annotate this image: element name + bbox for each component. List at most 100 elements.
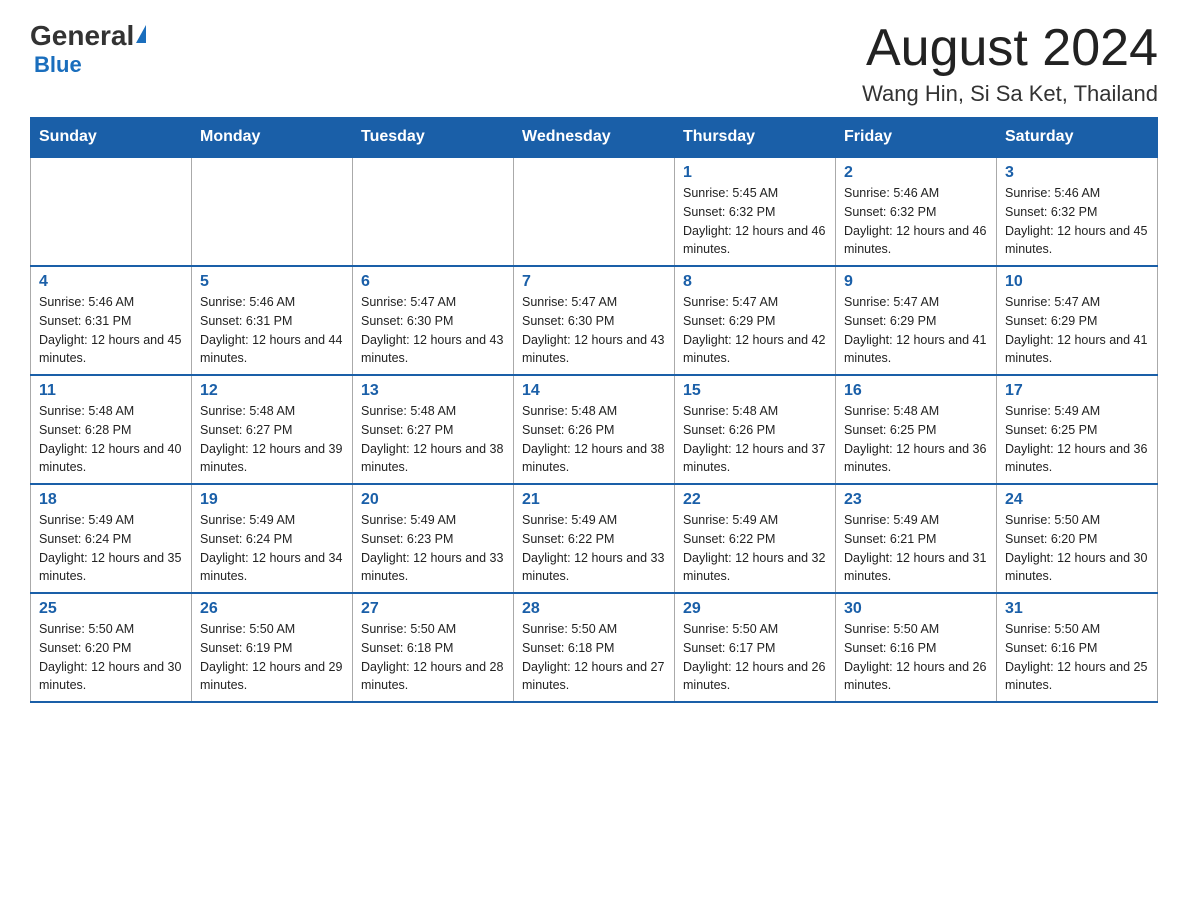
calendar-header-thursday: Thursday xyxy=(675,118,836,158)
calendar-cell: 29Sunrise: 5:50 AMSunset: 6:17 PMDayligh… xyxy=(675,593,836,702)
calendar-cell: 5Sunrise: 5:46 AMSunset: 6:31 PMDaylight… xyxy=(192,266,353,375)
day-info: Sunrise: 5:48 AMSunset: 6:27 PMDaylight:… xyxy=(200,402,344,477)
calendar-cell: 18Sunrise: 5:49 AMSunset: 6:24 PMDayligh… xyxy=(31,484,192,593)
day-info: Sunrise: 5:50 AMSunset: 6:18 PMDaylight:… xyxy=(361,620,505,695)
calendar-cell: 15 Sunrise: 5:48 AMSunset: 6:26 PMDayligh… xyxy=(675,375,836,484)
calendar-header-saturday: Saturday xyxy=(997,118,1158,158)
day-info: Sunrise: 5:47 AMSunset: 6:29 PMDaylight:… xyxy=(1005,293,1149,368)
day-number: 12 xyxy=(200,382,344,400)
day-number: 15 xyxy=(683,382,827,400)
calendar-cell: 22 Sunrise: 5:49 AMSunset: 6:22 PMDayligh… xyxy=(675,484,836,593)
day-info: Sunrise: 5:49 AMSunset: 6:23 PMDaylight:… xyxy=(361,511,505,586)
day-number: 25 xyxy=(39,600,183,618)
calendar-cell: 3 Sunrise: 5:46 AMSunset: 6:32 PMDaylight… xyxy=(997,157,1158,266)
day-info: Sunrise: 5:49 AMSunset: 6:22 PMDaylight:… xyxy=(683,511,827,586)
calendar-cell: 7 Sunrise: 5:47 AMSunset: 6:30 PMDaylight… xyxy=(514,266,675,375)
calendar-cell: 16 Sunrise: 5:48 AMSunset: 6:25 PMDayligh… xyxy=(836,375,997,484)
logo: General Blue xyxy=(30,20,146,78)
day-number: 10 xyxy=(1005,273,1149,291)
day-number: 7 xyxy=(522,273,666,291)
day-info: Sunrise: 5:48 AMSunset: 6:27 PMDaylight:… xyxy=(361,402,505,477)
day-number: 20 xyxy=(361,491,505,509)
calendar-week-row: 1Sunrise: 5:45 AMSunset: 6:32 PMDaylight… xyxy=(31,157,1158,266)
logo-triangle-icon xyxy=(136,25,146,43)
title-block: August 2024 Wang Hin, Si Sa Ket, Thailan… xyxy=(862,20,1158,107)
calendar-cell: 10 Sunrise: 5:47 AMSunset: 6:29 PMDayligh… xyxy=(997,266,1158,375)
calendar-cell: 13 Sunrise: 5:48 AMSunset: 6:27 PMDayligh… xyxy=(353,375,514,484)
location-title: Wang Hin, Si Sa Ket, Thailand xyxy=(862,81,1158,107)
page-header: General Blue August 2024 Wang Hin, Si Sa… xyxy=(30,20,1158,107)
day-info: Sunrise: 5:47 AMSunset: 6:29 PMDaylight:… xyxy=(683,293,827,368)
calendar-header-friday: Friday xyxy=(836,118,997,158)
day-info: Sunrise: 5:47 AMSunset: 6:30 PMDaylight:… xyxy=(361,293,505,368)
calendar-cell: 27 Sunrise: 5:50 AMSunset: 6:18 PMDayligh… xyxy=(353,593,514,702)
day-number: 3 xyxy=(1005,164,1149,182)
day-info: Sunrise: 5:48 AMSunset: 6:26 PMDaylight:… xyxy=(683,402,827,477)
calendar-cell: 21Sunrise: 5:49 AMSunset: 6:22 PMDayligh… xyxy=(514,484,675,593)
calendar-cell: 1Sunrise: 5:45 AMSunset: 6:32 PMDaylight… xyxy=(675,157,836,266)
calendar-cell: 2 Sunrise: 5:46 AMSunset: 6:32 PMDaylight… xyxy=(836,157,997,266)
day-number: 28 xyxy=(522,600,666,618)
day-info: Sunrise: 5:49 AMSunset: 6:24 PMDaylight:… xyxy=(39,511,183,586)
day-number: 6 xyxy=(361,273,505,291)
day-info: Sunrise: 5:50 AMSunset: 6:18 PMDaylight:… xyxy=(522,620,666,695)
calendar-cell: 23Sunrise: 5:49 AMSunset: 6:21 PMDayligh… xyxy=(836,484,997,593)
day-info: Sunrise: 5:47 AMSunset: 6:30 PMDaylight:… xyxy=(522,293,666,368)
calendar-header-tuesday: Tuesday xyxy=(353,118,514,158)
calendar-cell: 25 Sunrise: 5:50 AMSunset: 6:20 PMDayligh… xyxy=(31,593,192,702)
day-info: Sunrise: 5:48 AMSunset: 6:28 PMDaylight:… xyxy=(39,402,183,477)
logo-blue-text: Blue xyxy=(34,52,82,78)
day-number: 4 xyxy=(39,273,183,291)
calendar-week-row: 25 Sunrise: 5:50 AMSunset: 6:20 PMDayligh… xyxy=(31,593,1158,702)
day-number: 24 xyxy=(1005,491,1149,509)
calendar-header-wednesday: Wednesday xyxy=(514,118,675,158)
calendar-cell: 24 Sunrise: 5:50 AMSunset: 6:20 PMDayligh… xyxy=(997,484,1158,593)
day-number: 1 xyxy=(683,164,827,182)
calendar-header-sunday: Sunday xyxy=(31,118,192,158)
day-info: Sunrise: 5:50 AMSunset: 6:16 PMDaylight:… xyxy=(1005,620,1149,695)
day-info: Sunrise: 5:48 AMSunset: 6:25 PMDaylight:… xyxy=(844,402,988,477)
day-number: 22 xyxy=(683,491,827,509)
day-number: 11 xyxy=(39,382,183,400)
day-info: Sunrise: 5:50 AMSunset: 6:19 PMDaylight:… xyxy=(200,620,344,695)
day-info: Sunrise: 5:50 AMSunset: 6:20 PMDaylight:… xyxy=(39,620,183,695)
calendar-cell xyxy=(353,157,514,266)
month-title: August 2024 xyxy=(862,20,1158,77)
day-number: 9 xyxy=(844,273,988,291)
day-number: 19 xyxy=(200,491,344,509)
day-number: 30 xyxy=(844,600,988,618)
calendar-cell: 30Sunrise: 5:50 AMSunset: 6:16 PMDayligh… xyxy=(836,593,997,702)
calendar-cell xyxy=(514,157,675,266)
calendar-cell: 17Sunrise: 5:49 AMSunset: 6:25 PMDayligh… xyxy=(997,375,1158,484)
day-number: 2 xyxy=(844,164,988,182)
day-info: Sunrise: 5:49 AMSunset: 6:24 PMDaylight:… xyxy=(200,511,344,586)
calendar-cell: 19 Sunrise: 5:49 AMSunset: 6:24 PMDayligh… xyxy=(192,484,353,593)
calendar-cell xyxy=(192,157,353,266)
day-number: 13 xyxy=(361,382,505,400)
calendar-cell: 12 Sunrise: 5:48 AMSunset: 6:27 PMDayligh… xyxy=(192,375,353,484)
calendar-cell: 26Sunrise: 5:50 AMSunset: 6:19 PMDayligh… xyxy=(192,593,353,702)
day-info: Sunrise: 5:50 AMSunset: 6:20 PMDaylight:… xyxy=(1005,511,1149,586)
day-number: 14 xyxy=(522,382,666,400)
calendar-header-row: SundayMondayTuesdayWednesdayThursdayFrid… xyxy=(31,118,1158,158)
day-info: Sunrise: 5:46 AMSunset: 6:31 PMDaylight:… xyxy=(39,293,183,368)
logo-general-text: General xyxy=(30,20,134,52)
calendar-header-monday: Monday xyxy=(192,118,353,158)
calendar-week-row: 18Sunrise: 5:49 AMSunset: 6:24 PMDayligh… xyxy=(31,484,1158,593)
calendar-cell: 14Sunrise: 5:48 AMSunset: 6:26 PMDayligh… xyxy=(514,375,675,484)
day-info: Sunrise: 5:46 AMSunset: 6:32 PMDaylight:… xyxy=(1005,184,1149,259)
calendar-cell: 31Sunrise: 5:50 AMSunset: 6:16 PMDayligh… xyxy=(997,593,1158,702)
calendar-cell: 8 Sunrise: 5:47 AMSunset: 6:29 PMDaylight… xyxy=(675,266,836,375)
day-info: Sunrise: 5:49 AMSunset: 6:25 PMDaylight:… xyxy=(1005,402,1149,477)
day-info: Sunrise: 5:47 AMSunset: 6:29 PMDaylight:… xyxy=(844,293,988,368)
day-info: Sunrise: 5:46 AMSunset: 6:32 PMDaylight:… xyxy=(844,184,988,259)
calendar-cell: 9 Sunrise: 5:47 AMSunset: 6:29 PMDaylight… xyxy=(836,266,997,375)
day-number: 8 xyxy=(683,273,827,291)
day-number: 27 xyxy=(361,600,505,618)
day-number: 5 xyxy=(200,273,344,291)
calendar-cell: 4 Sunrise: 5:46 AMSunset: 6:31 PMDaylight… xyxy=(31,266,192,375)
day-number: 16 xyxy=(844,382,988,400)
day-info: Sunrise: 5:49 AMSunset: 6:21 PMDaylight:… xyxy=(844,511,988,586)
calendar-table: SundayMondayTuesdayWednesdayThursdayFrid… xyxy=(30,117,1158,703)
day-info: Sunrise: 5:49 AMSunset: 6:22 PMDaylight:… xyxy=(522,511,666,586)
